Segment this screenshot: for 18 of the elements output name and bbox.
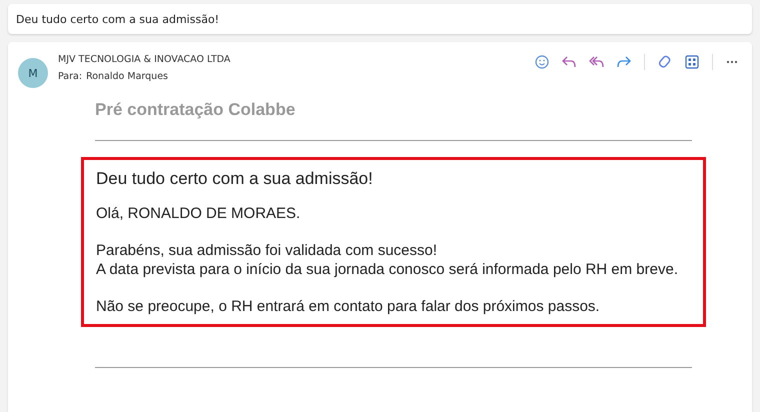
body-text: A data prevista para o início da sua jornada conosco será informada pelo RH em breve.	[96, 260, 679, 279]
email-subject: Deu tudo certo com a sua admissão!	[16, 12, 220, 26]
forward-icon[interactable]	[617, 56, 631, 68]
email-heading: Pré contratação Colabbe	[95, 100, 296, 120]
sender-name[interactable]: MJV TECNOLOGIA & INOVACAO LTDA	[58, 54, 230, 65]
body-text: Olá, RONALDO DE MORAES.	[96, 204, 302, 223]
to-label: Para:	[58, 71, 82, 82]
sender-avatar: M	[18, 58, 48, 88]
more-icon[interactable]	[726, 60, 738, 64]
body-text: Parabéns, sua admissão foi validada com sucesso!	[96, 241, 438, 260]
recipient-name[interactable]: Ronaldo Marques	[86, 71, 168, 82]
reply-icon[interactable]	[562, 56, 576, 68]
apps-icon[interactable]	[685, 55, 699, 69]
message-title: Deu tudo certo com a sua admissão!	[96, 169, 374, 188]
body-text: Não se preocupe, o RH entrará em contato para falar dos próximos passos.	[96, 297, 601, 316]
reply-all-icon[interactable]	[589, 56, 604, 68]
tag-icon[interactable]	[658, 55, 672, 69]
smiley-icon[interactable]	[535, 55, 549, 69]
